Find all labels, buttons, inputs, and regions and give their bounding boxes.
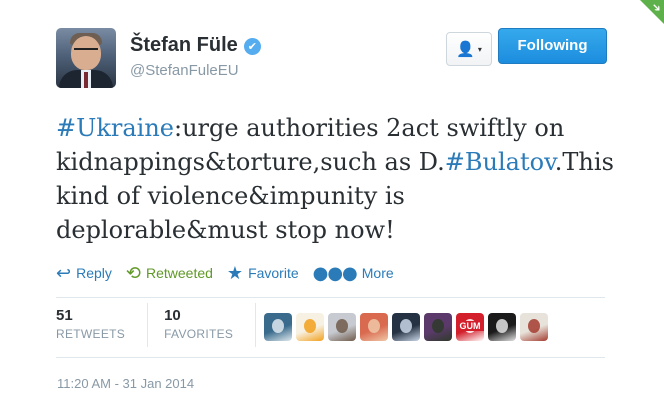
favoriter-avatar-8[interactable] [488,313,516,341]
favoriter-avatar-1[interactable] [264,313,292,341]
favoriter-avatar-2[interactable] [296,313,324,341]
full-name-text[interactable]: Štefan Füle [130,34,238,56]
more-button[interactable]: ●●● More [313,263,394,284]
favorites-count: 10 [164,307,181,324]
person-icon: 👤 [456,40,475,58]
divider [56,357,605,358]
favoriter-avatar-5[interactable] [392,313,420,341]
favorite-button[interactable]: ★ Favorite [227,263,299,284]
following-button[interactable]: Following [498,28,607,64]
retweets-stat[interactable]: 51 RETWEETS [56,307,147,349]
tweet-stats: 51 RETWEETS 10 FAVORITES [56,303,272,349]
chevron-down-icon: ▾ [477,44,482,54]
favoriter-avatar-figure [496,319,508,333]
verified-badge-icon: ✔ [243,38,261,55]
tweet-actions: ↩ Reply ⟲ Retweeted ★ Favorite ●●● More [56,262,408,284]
more-label: More [361,265,394,281]
tweet-timestamp[interactable]: 11:20 AM - 31 Jan 2014 [57,376,194,391]
full-name[interactable]: Štefan Füle ✔ [130,34,261,57]
favorite-label: Favorite [248,265,299,281]
username[interactable]: @StefanFuleEU [130,62,239,79]
user-actions-dropdown[interactable]: 👤 ▾ [446,32,492,66]
favoriter-avatar-6[interactable] [424,313,452,341]
favoriter-avatar-7[interactable]: GUM [456,313,484,341]
favoriter-avatar-4[interactable] [360,313,388,341]
avatar-glasses [74,48,98,53]
hashtag-link[interactable]: #Bulatov [445,148,555,176]
favoriter-avatar-figure [272,319,284,333]
divider [56,297,605,298]
favorites-stat[interactable]: 10 FAVORITES [164,307,255,349]
stat-divider [255,303,257,347]
retweet-icon: ⟲ [125,262,141,284]
retweet-label: Retweeted [145,265,213,281]
favoriter-avatar-text: GUM [456,321,484,331]
retweets-count: 51 [56,307,73,324]
favorites-label: FAVORITES [164,327,234,341]
more-dots-icon: ●●● [312,262,358,284]
reply-button[interactable]: ↩ Reply [56,263,112,284]
star-icon: ★ [226,262,244,284]
favoriter-avatar-figure [528,319,540,333]
favoriter-avatar-3[interactable] [328,313,356,341]
retweet-button[interactable]: ⟲ Retweeted [126,263,213,284]
tweet-header: Štefan Füle ✔ @StefanFuleEU 👤 ▾ Following [56,28,612,88]
favoriter-avatar-figure [368,319,380,333]
favoriter-avatar-figure [336,319,348,333]
stat-divider [147,303,149,347]
favoriter-avatar-figure [400,319,412,333]
favoriter-avatar-figure [304,319,316,333]
hashtag-link[interactable]: #Ukraine [56,114,174,142]
reply-icon: ↩ [56,262,72,284]
retweets-label: RETWEETS [56,327,126,341]
avatar[interactable] [56,28,116,88]
reply-label: Reply [76,265,112,281]
favoriter-avatar-figure [432,319,444,333]
avatar-tie [84,72,88,88]
tweet-text: #Ukraine:urge authorities 2act swiftly o… [56,111,616,247]
favoriter-avatar-9[interactable] [520,313,548,341]
avatar-face [71,36,101,70]
favoriters-avatars: GUM [264,313,548,341]
